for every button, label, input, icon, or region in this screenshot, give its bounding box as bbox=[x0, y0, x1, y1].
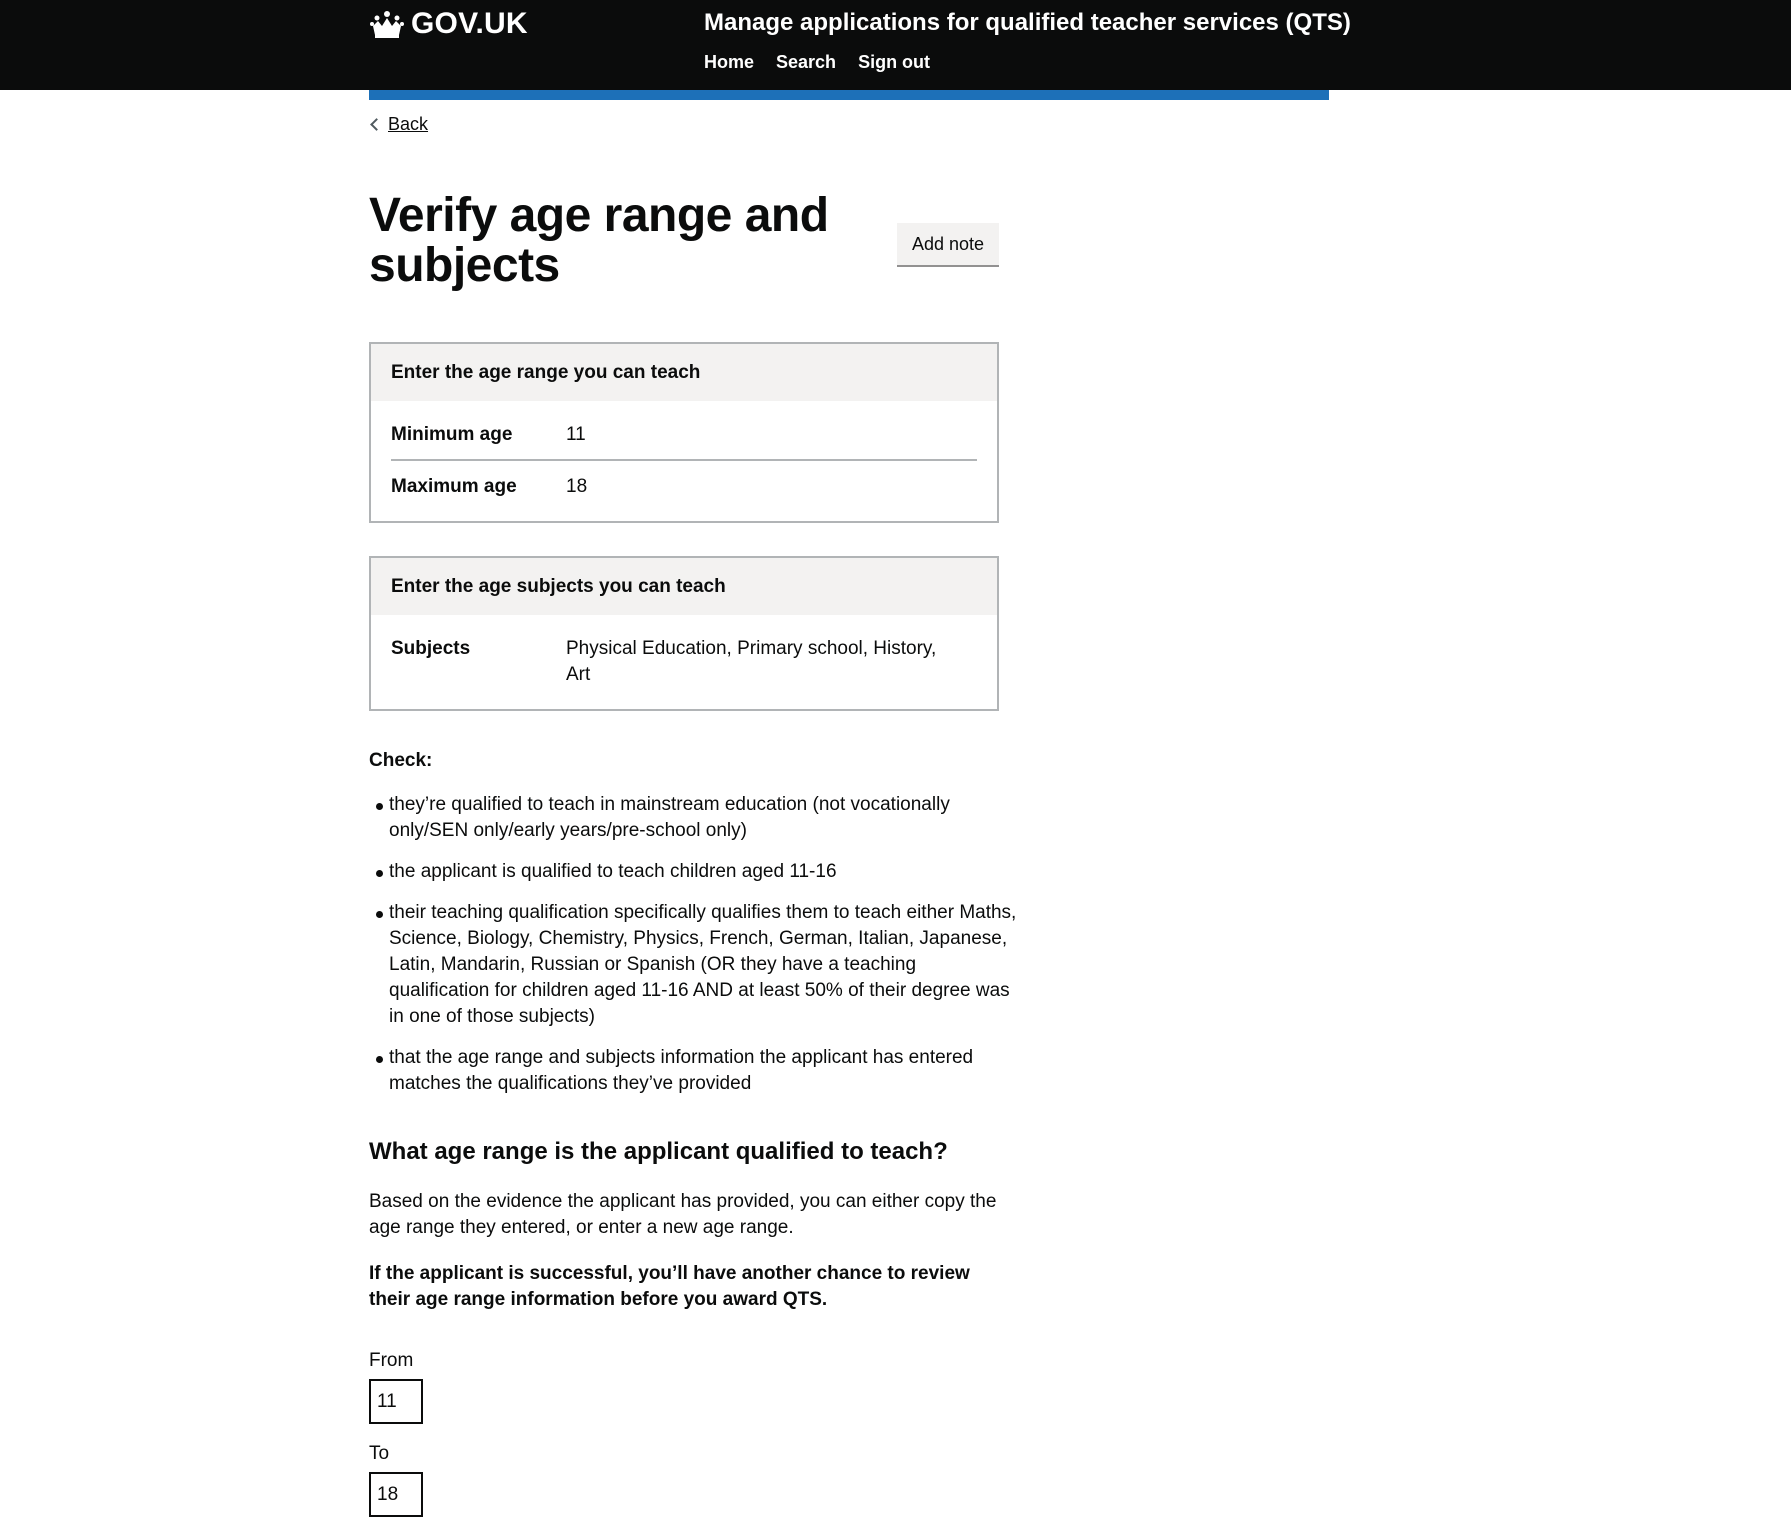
service-name[interactable]: Manage applications for qualified teache… bbox=[704, 9, 1351, 37]
summary-key: Subjects bbox=[391, 638, 471, 659]
list-item: the applicant is qualified to teach chil… bbox=[376, 859, 1019, 885]
subjects-card: Enter the age subjects you can teach Sub… bbox=[369, 556, 999, 711]
summary-row-maximum-age: Maximum age 18 bbox=[391, 459, 977, 511]
age-range-card: Enter the age range you can teach Minimu… bbox=[369, 342, 999, 523]
page-title: Verify age range and subjects bbox=[369, 189, 829, 292]
from-age-input[interactable] bbox=[369, 1379, 423, 1424]
header: GOV.UK Manage applications for qualified… bbox=[0, 0, 1791, 90]
question-note: If the applicant is successful, you’ll h… bbox=[369, 1263, 970, 1310]
nav-home[interactable]: Home bbox=[704, 52, 754, 73]
check-title: Check: bbox=[369, 750, 433, 771]
back-link[interactable]: Back bbox=[369, 114, 428, 135]
header-blue-bar bbox=[369, 90, 1329, 100]
list-item: their teaching qualification specificall… bbox=[376, 900, 1019, 1030]
age-range-card-heading: Enter the age range you can teach bbox=[371, 344, 997, 401]
nav-sign-out[interactable]: Sign out bbox=[858, 52, 930, 73]
summary-key: Maximum age bbox=[391, 476, 517, 497]
from-label: From bbox=[369, 1350, 414, 1371]
to-age-input[interactable] bbox=[369, 1472, 423, 1517]
question-hint: Based on the evidence the applicant has … bbox=[369, 1191, 997, 1238]
question-heading: What age range is the applicant qualifie… bbox=[369, 1138, 948, 1165]
chevron-left-icon bbox=[370, 118, 383, 131]
title-row: Verify age range and subjects Add note bbox=[369, 191, 999, 291]
list-item: they’re qualified to teach in mainstream… bbox=[376, 792, 1019, 844]
header-nav: Home Search Sign out bbox=[704, 52, 930, 73]
to-label: To bbox=[369, 1443, 390, 1464]
govuk-logo[interactable]: GOV.UK bbox=[369, 7, 528, 41]
logo-text: GOV.UK bbox=[411, 7, 528, 40]
summary-row-subjects: Subjects Physical Education, Primary sch… bbox=[391, 623, 977, 699]
summary-value: 18 bbox=[566, 476, 588, 497]
add-note-button[interactable]: Add note bbox=[897, 223, 999, 265]
list-item: that the age range and subjects informat… bbox=[376, 1045, 1019, 1097]
subjects-card-heading: Enter the age subjects you can teach bbox=[371, 558, 997, 615]
summary-value: 11 bbox=[566, 424, 586, 445]
summary-value: Physical Education, Primary school, Hist… bbox=[566, 638, 937, 685]
summary-row-minimum-age: Minimum age 11 bbox=[391, 409, 977, 459]
crown-icon bbox=[370, 11, 404, 38]
back-link-text[interactable]: Back bbox=[388, 114, 428, 135]
summary-key: Minimum age bbox=[391, 424, 513, 445]
nav-search[interactable]: Search bbox=[776, 52, 836, 73]
check-list: they’re qualified to teach in mainstream… bbox=[369, 792, 1019, 1112]
